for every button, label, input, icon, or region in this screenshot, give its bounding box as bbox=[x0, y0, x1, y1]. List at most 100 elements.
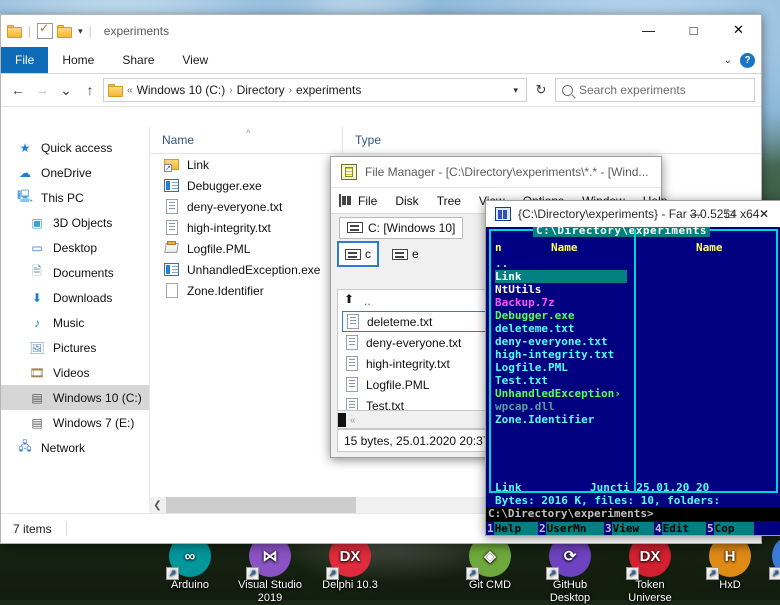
far-list-item[interactable]: UnhandledException› bbox=[495, 387, 635, 400]
ribbon-tab-view[interactable]: View bbox=[168, 47, 222, 73]
ribbon-tab-share[interactable]: Share bbox=[108, 47, 168, 73]
desktop-icon-visual-studio-2019[interactable]: ⋈↗Visual Studio 2019 bbox=[232, 535, 308, 605]
breadcrumb-item-2[interactable]: experiments bbox=[296, 83, 361, 97]
file-manager-title-bar[interactable]: File Manager - [C:\Directory\experiments… bbox=[331, 157, 661, 188]
sidebar-item-downloads[interactable]: ⬇Downloads bbox=[1, 285, 149, 310]
sidebar-item-desktop[interactable]: ▭Desktop bbox=[1, 235, 149, 260]
recent-locations-button[interactable]: ⌄ bbox=[55, 79, 77, 101]
scroll-left-icon[interactable]: ❮ bbox=[149, 500, 166, 511]
new-folder-icon[interactable] bbox=[57, 25, 72, 38]
far-manager-window[interactable]: {C:\Directory\experiments} - Far 3.0.525… bbox=[485, 200, 780, 536]
far-command-line[interactable]: C:\Directory\experiments> bbox=[486, 507, 780, 521]
far-list-item[interactable]: deny-everyone.txt bbox=[495, 335, 635, 348]
far-file-list[interactable]: ..LinkNtUtilsBackup.7zDebugger.exedelete… bbox=[495, 257, 635, 426]
explorer-ribbon-tabs[interactable]: FileHomeShareView ⌄ ? bbox=[1, 47, 761, 74]
breadcrumb-overflow-icon[interactable]: « bbox=[127, 85, 133, 96]
up-button[interactable]: ↑ bbox=[79, 79, 101, 101]
desktop-icon-github-desktop[interactable]: ⟳↗GitHub Desktop bbox=[532, 535, 608, 605]
far-entry-name: Backup.7z bbox=[495, 296, 555, 309]
maximize-button[interactable]: □ bbox=[713, 201, 747, 227]
sidebar-item-3d-objects[interactable]: ▣3D Objects bbox=[1, 210, 149, 235]
help-icon[interactable]: ? bbox=[740, 53, 755, 68]
sidebar-item-documents[interactable]: 🗎Documents bbox=[1, 260, 149, 285]
far-fkey-2[interactable]: 2UserMn bbox=[538, 521, 604, 535]
quick-access-toolbar[interactable]: | ▾ | bbox=[1, 23, 94, 39]
far-fkey-1[interactable]: 1Help bbox=[486, 521, 538, 535]
sidebar-item-videos[interactable]: 🎞Videos bbox=[1, 360, 149, 385]
current-drive-selector[interactable]: C: [Windows 10] bbox=[339, 217, 463, 239]
breadcrumb-item-0[interactable]: Windows 10 (C:) bbox=[137, 83, 226, 97]
sidebar-item-windows-10-c[interactable]: ▤Windows 10 (C:) bbox=[1, 385, 149, 410]
far-list-item[interactable]: Backup.7z bbox=[495, 296, 635, 309]
minimize-button[interactable]: — bbox=[626, 15, 671, 45]
breadcrumb[interactable]: « Windows 10 (C:) › Directory › experime… bbox=[103, 78, 527, 102]
ribbon-right-controls[interactable]: ⌄ ? bbox=[724, 47, 755, 73]
sidebar-item-windows-7-e[interactable]: ▤Windows 7 (E:) bbox=[1, 410, 149, 435]
far-list-item[interactable]: .. bbox=[495, 257, 635, 270]
far-list-item[interactable]: Zone.Identifier bbox=[495, 413, 635, 426]
ribbon-tab-home[interactable]: Home bbox=[48, 47, 108, 73]
column-header-type[interactable]: Type bbox=[342, 127, 500, 153]
back-button[interactable]: ← bbox=[7, 79, 29, 101]
far-list-item[interactable]: high-integrity.txt bbox=[495, 348, 635, 361]
refresh-button[interactable]: ↻ bbox=[529, 79, 553, 101]
far-fkey-label: Cop bbox=[714, 522, 754, 535]
far-list-item[interactable]: Link bbox=[495, 270, 635, 283]
chevron-down-icon[interactable]: ⌄ bbox=[724, 55, 732, 66]
menu-item-disk[interactable]: Disk bbox=[386, 194, 427, 208]
search-input[interactable]: Search experiments bbox=[555, 78, 755, 102]
far-function-key-bar[interactable]: 1Help2UserMn3View4Edit5Cop bbox=[486, 521, 780, 535]
desktop-icon-token-universe[interactable]: DX↗Token Universe bbox=[612, 535, 688, 605]
sidebar-item-this-pc[interactable]: 🖳This PC bbox=[1, 185, 149, 210]
far-list-item[interactable]: Debugger.exe bbox=[495, 309, 635, 322]
far-fkey-3[interactable]: 3View bbox=[604, 521, 654, 535]
maximize-button[interactable]: □ bbox=[671, 15, 716, 45]
scrollbar-thumb[interactable] bbox=[166, 497, 356, 513]
sidebar-item-network[interactable]: 🖧Network bbox=[1, 435, 149, 460]
explorer-column-headers[interactable]: Name ^ Type bbox=[150, 127, 761, 154]
breadcrumb-item-1[interactable]: Directory bbox=[237, 83, 285, 97]
far-fkey-5[interactable]: 5Cop bbox=[706, 521, 754, 535]
scrollbar-thumb[interactable] bbox=[338, 413, 346, 427]
chevron-down-icon[interactable]: ▾ bbox=[78, 26, 83, 37]
drive-icon bbox=[345, 249, 361, 260]
close-button[interactable]: ✕ bbox=[747, 201, 780, 227]
far-console-screen[interactable]: C:\Directory\experiments n Name Name ..L… bbox=[486, 227, 780, 535]
far-title-bar[interactable]: {C:\Directory\experiments} - Far 3.0.525… bbox=[486, 201, 780, 227]
far-entry-name: Zone.Identifier bbox=[495, 413, 594, 426]
properties-checkbox-icon[interactable] bbox=[37, 23, 53, 39]
explorer-address-bar[interactable]: ← → ⌄ ↑ « Windows 10 (C:) › Directory › … bbox=[1, 74, 761, 107]
far-entry-name: Test.txt bbox=[495, 374, 548, 387]
drive-tab-e[interactable]: e bbox=[385, 242, 426, 266]
folder-icon[interactable] bbox=[7, 25, 22, 38]
search-placeholder: Search experiments bbox=[579, 83, 686, 97]
scroll-left-icon[interactable]: « bbox=[350, 415, 356, 426]
column-header-name[interactable]: Name ^ bbox=[150, 127, 342, 153]
blank-file-icon bbox=[164, 283, 180, 299]
sidebar-item-quick-access[interactable]: ★Quick access bbox=[1, 135, 149, 160]
explorer-navigation-pane[interactable]: ★Quick access☁OneDrive🖳This PC▣3D Object… bbox=[1, 127, 150, 543]
far-list-item[interactable]: Logfile.PML bbox=[495, 361, 635, 374]
far-window-controls[interactable]: — □ ✕ bbox=[679, 201, 780, 227]
sidebar-item-onedrive[interactable]: ☁OneDrive bbox=[1, 160, 149, 185]
menu-item-tree[interactable]: Tree bbox=[428, 194, 470, 208]
far-list-item[interactable]: wpcap.dll bbox=[495, 400, 635, 413]
close-button[interactable]: ✕ bbox=[716, 15, 761, 45]
far-fkey-label: Help bbox=[494, 522, 538, 535]
window-list-icon[interactable] bbox=[339, 194, 341, 207]
far-list-item[interactable]: Test.txt bbox=[495, 374, 635, 387]
sidebar-item-music[interactable]: ♪Music bbox=[1, 310, 149, 335]
far-list-item[interactable]: deleteme.txt bbox=[495, 322, 635, 335]
menu-item-file[interactable]: File bbox=[349, 194, 386, 208]
shortcut-arrow-icon: ↗ bbox=[466, 567, 479, 580]
explorer-window-controls[interactable]: — □ ✕ bbox=[626, 15, 761, 45]
far-fkey-4[interactable]: 4Edit bbox=[654, 521, 706, 535]
minimize-button[interactable]: — bbox=[679, 201, 713, 227]
far-list-item[interactable]: NtUtils bbox=[495, 283, 635, 296]
sidebar-item-pictures[interactable]: 🖼Pictures bbox=[1, 335, 149, 360]
address-dropdown-icon[interactable]: ▾ bbox=[509, 85, 522, 96]
forward-button[interactable]: → bbox=[31, 79, 53, 101]
explorer-title-bar[interactable]: | ▾ | experiments — □ ✕ bbox=[1, 15, 761, 47]
ribbon-tab-file[interactable]: File bbox=[1, 47, 48, 73]
drive-tab-c[interactable]: c bbox=[337, 241, 379, 267]
